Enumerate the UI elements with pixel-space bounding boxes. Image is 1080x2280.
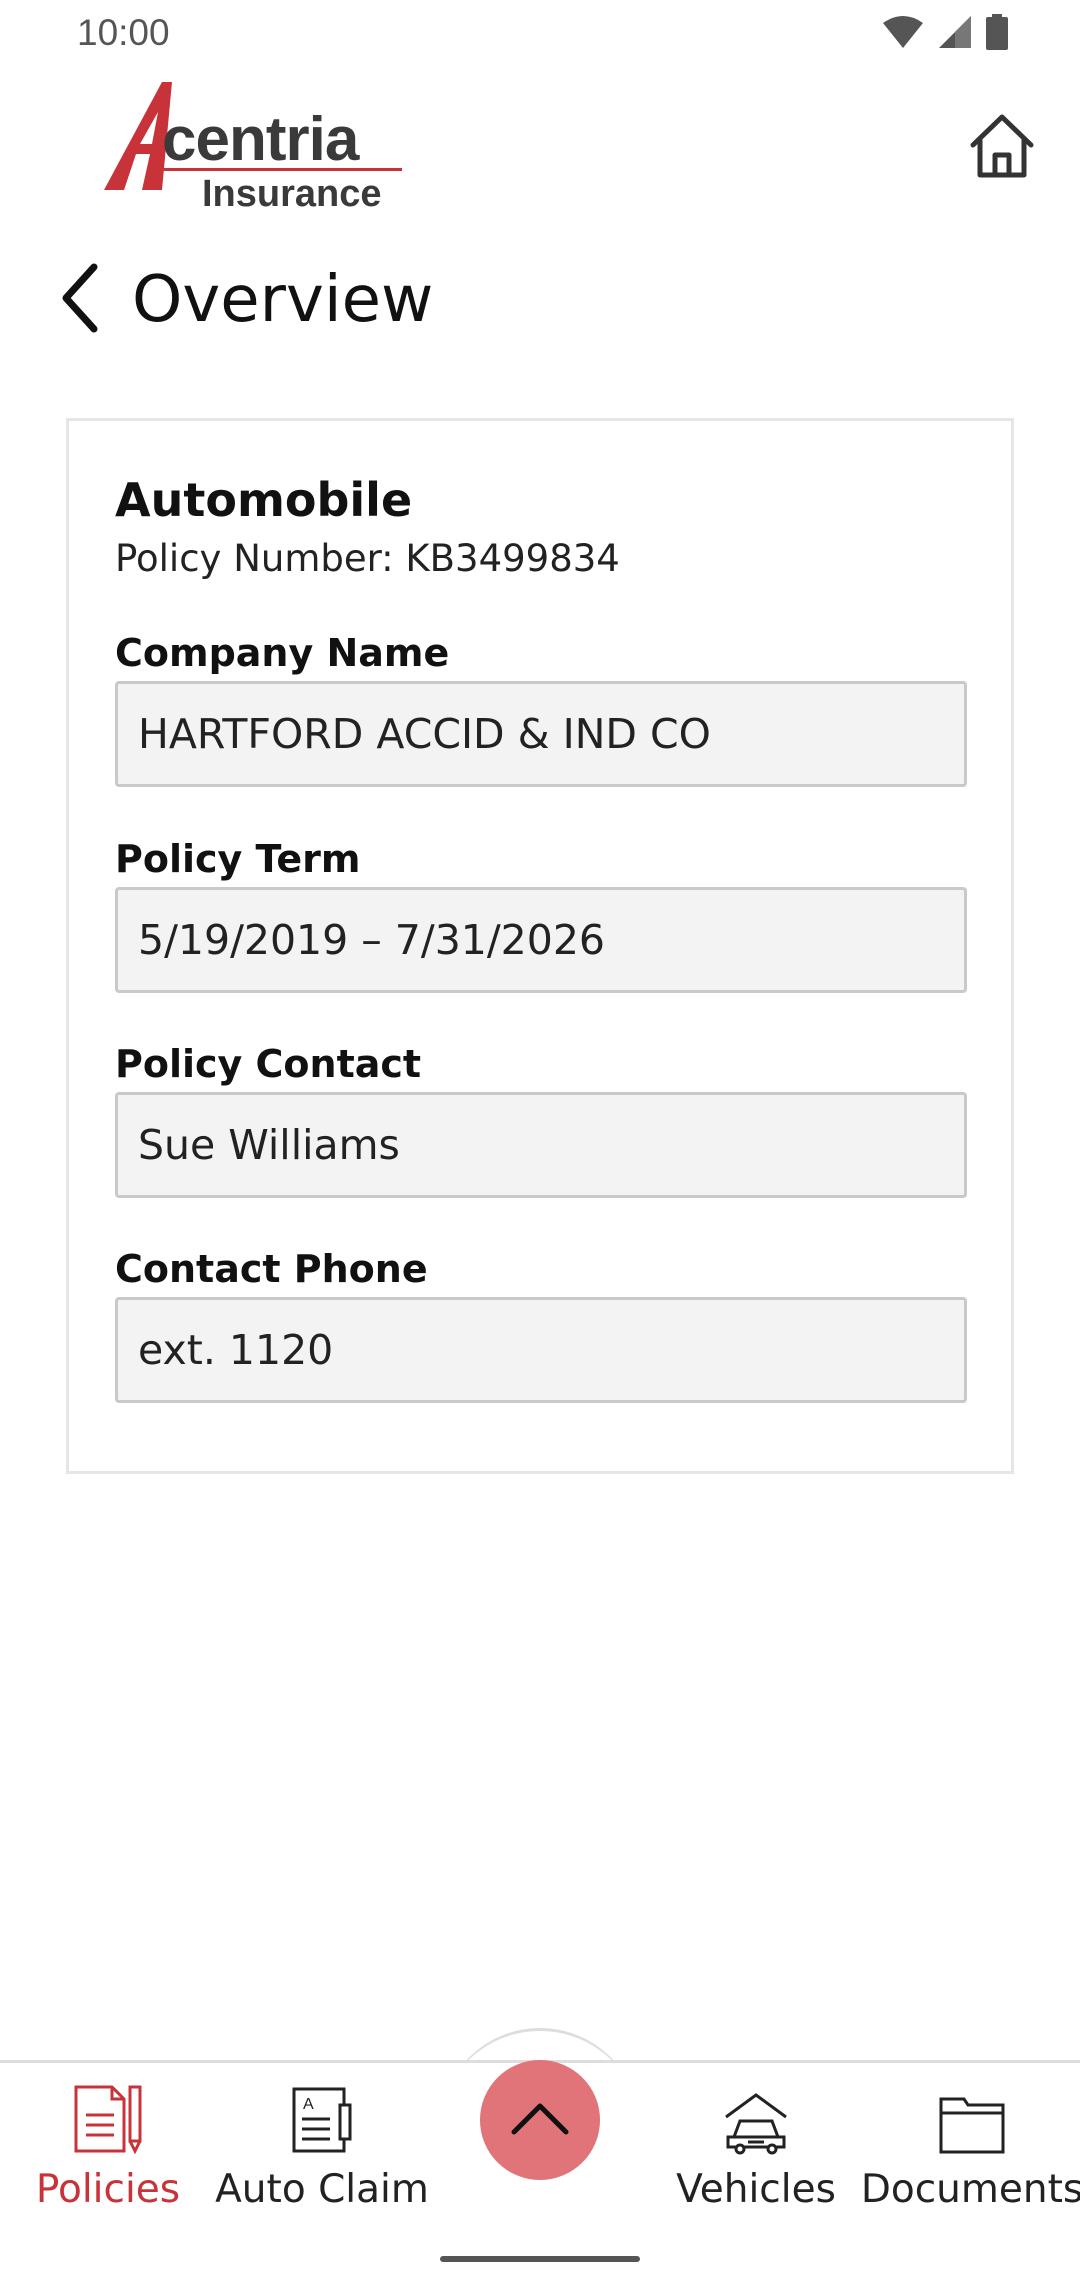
nav-label-auto-claim: Auto Claim xyxy=(215,2167,429,2212)
home-icon xyxy=(967,111,1037,185)
nav-label-vehicles: Vehicles xyxy=(676,2167,836,2212)
policy-number: Policy Number: KB3499834 xyxy=(115,537,620,580)
folder-icon xyxy=(938,2075,1006,2155)
contact-phone-label: Contact Phone xyxy=(115,1247,428,1291)
policy-card: Automobile Policy Number: KB3499834 Comp… xyxy=(66,418,1014,1474)
chevron-up-icon xyxy=(510,2100,570,2140)
company-name-value: HARTFORD ACCID & IND CO xyxy=(115,681,967,787)
contact-phone-value[interactable]: ext. 1120 xyxy=(115,1297,967,1403)
nav-item-auto-claim[interactable]: A Auto Claim xyxy=(214,2075,430,2215)
battery-icon xyxy=(986,14,1008,50)
company-name-field: Company Name HARTFORD ACCID & IND CO xyxy=(115,627,967,787)
nav-item-vehicles[interactable]: Vehicles xyxy=(648,2075,864,2215)
status-time: 10:00 xyxy=(77,12,170,53)
nav-label-policies: Policies xyxy=(35,2167,181,2212)
company-name-label: Company Name xyxy=(115,631,450,675)
nav-item-documents[interactable]: Documents xyxy=(860,2075,1080,2215)
policy-contact-field: Policy Contact Sue Williams xyxy=(115,1038,967,1198)
status-bar: 10:00 xyxy=(0,0,1080,72)
policy-term-label: Policy Term xyxy=(115,837,361,881)
page-title: Overview xyxy=(132,263,434,337)
nav-item-policies[interactable]: Policies xyxy=(0,2075,216,2215)
expand-menu-button[interactable] xyxy=(480,2060,600,2180)
nav-label-documents: Documents xyxy=(860,2167,1080,2212)
policy-contact-value: Sue Williams xyxy=(115,1092,967,1198)
policy-term-field: Policy Term 5/19/2019 – 7/31/2026 xyxy=(115,833,967,993)
policy-contact-label: Policy Contact xyxy=(115,1042,422,1086)
policy-term-value: 5/19/2019 – 7/31/2026 xyxy=(115,887,967,993)
chevron-left-icon xyxy=(58,263,102,337)
back-button[interactable] xyxy=(50,260,110,340)
svg-text:A: A xyxy=(303,2096,314,2113)
policies-document-icon xyxy=(72,2075,144,2155)
gesture-home-indicator[interactable] xyxy=(440,2256,640,2262)
status-icons xyxy=(882,14,1008,50)
policy-type: Automobile xyxy=(115,473,413,527)
home-button[interactable] xyxy=(962,108,1042,188)
wifi-icon xyxy=(882,15,924,49)
svg-text:Insurance: Insurance xyxy=(202,173,382,215)
signal-icon xyxy=(938,15,972,49)
contact-phone-field: Contact Phone ext. 1120 xyxy=(115,1243,967,1403)
vehicle-garage-icon xyxy=(720,2075,792,2155)
page-header: Overview xyxy=(50,250,433,350)
acentria-insurance-logo: centria Insurance xyxy=(100,78,410,218)
svg-text:centria: centria xyxy=(162,105,360,174)
auto-claim-form-icon: A xyxy=(290,2075,354,2155)
